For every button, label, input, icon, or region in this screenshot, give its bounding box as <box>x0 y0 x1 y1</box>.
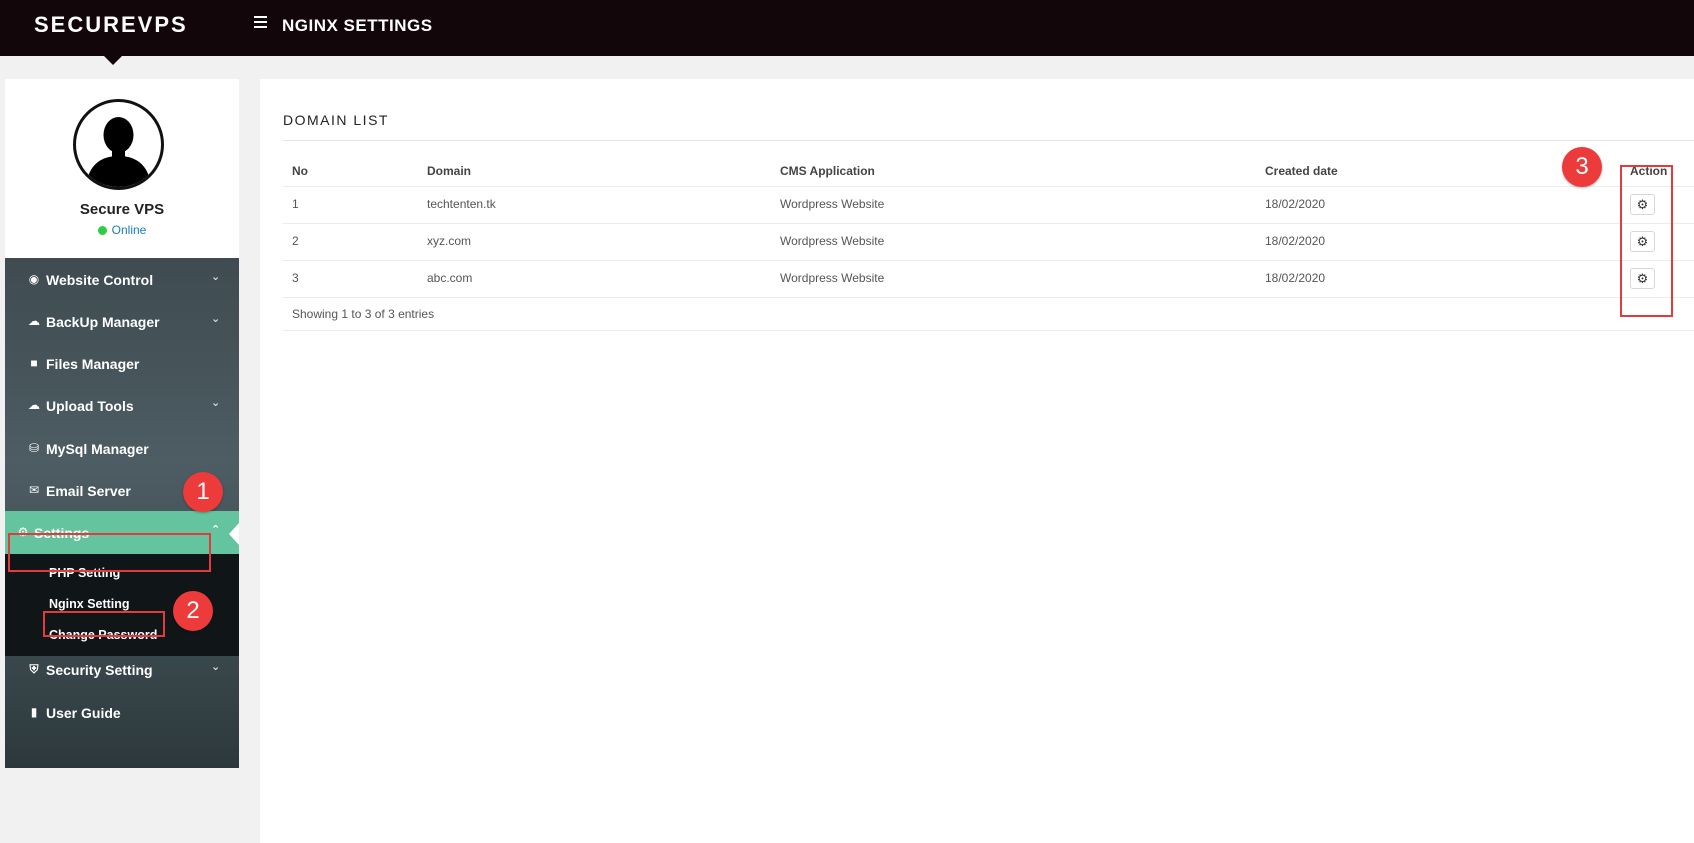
cell-domain: techtenten.tk <box>427 197 496 211</box>
column-header-created-date[interactable]: Created date <box>1265 164 1338 178</box>
column-header-cms[interactable]: CMS Application <box>780 164 875 178</box>
chevron-down-icon: ⌄ <box>211 271 221 283</box>
main-panel: DOMAIN LIST No Domain CMS Application Cr… <box>260 79 1694 843</box>
annotation-badge-1: 1 <box>183 472 223 512</box>
cell-cms: Wordpress Website <box>780 197 885 211</box>
cell-domain: xyz.com <box>427 234 472 248</box>
sidebar-item-website-control[interactable]: ◉ Website Control ⌄ <box>5 258 239 303</box>
envelope-icon: ✉ <box>28 483 40 497</box>
folder-icon: ■ <box>30 356 38 370</box>
online-dot-icon <box>97 226 107 235</box>
user-status: Online <box>5 223 239 237</box>
row-divider <box>283 223 1694 224</box>
sidebar-item-label: User Guide <box>46 705 121 721</box>
user-name: Secure VPS <box>79 201 165 218</box>
cloud-icon: ☁ <box>28 314 40 328</box>
avatar[interactable] <box>73 99 164 190</box>
cell-no: 1 <box>292 197 299 211</box>
shield-icon: ⛨ <box>29 662 39 676</box>
row-divider <box>283 297 1694 298</box>
sidebar-menu: ◉ Website Control ⌄ ☁ BackUp Manager ⌄ ■… <box>5 258 239 768</box>
sidebar-item-label: Email Server <box>46 483 131 499</box>
cell-no: 3 <box>292 271 299 285</box>
chevron-down-icon: ⌄ <box>211 313 221 325</box>
hamburger-menu-icon[interactable] <box>254 16 267 28</box>
cell-domain: abc.com <box>427 271 473 285</box>
sidebar-item-label: Website Control <box>46 272 154 288</box>
sidebar: Secure VPS Online ◉ Website Control ⌄ ☁ … <box>5 79 239 768</box>
globe-icon: ◉ <box>28 272 40 286</box>
section-divider <box>283 140 1694 141</box>
table-info: Showing 1 to 3 of 3 entries <box>292 307 435 321</box>
annotation-box-settings <box>8 533 211 572</box>
cell-created: 18/02/2020 <box>1265 197 1326 211</box>
chevron-down-icon: ⌄ <box>211 397 221 409</box>
chevron-down-icon: ⌄ <box>211 661 221 673</box>
page-title: NGINX SETTINGS <box>282 16 433 35</box>
sidebar-item-user-guide[interactable]: ▮ User Guide <box>5 691 239 736</box>
annotation-badge-2: 2 <box>173 591 213 631</box>
sidebar-item-label: Files Manager <box>46 356 140 372</box>
cloud-upload-icon: ☁ <box>28 398 40 412</box>
sidebar-item-backup-manager[interactable]: ☁ BackUp Manager ⌄ <box>5 300 239 345</box>
sidebar-item-label: MySql Manager <box>46 441 149 457</box>
cell-cms: Wordpress Website <box>780 234 885 248</box>
sidebar-item-upload-tools[interactable]: ☁ Upload Tools ⌄ <box>5 384 239 429</box>
active-indicator <box>229 523 239 545</box>
column-header-domain[interactable]: Domain <box>427 164 471 178</box>
cell-created: 18/02/2020 <box>1265 234 1326 248</box>
sidebar-item-files-manager[interactable]: ■ Files Manager <box>5 342 239 387</box>
row-divider <box>283 186 1694 187</box>
row-divider <box>283 260 1694 261</box>
annotation-box-action <box>1620 165 1673 317</box>
database-icon: ⛁ <box>28 441 40 455</box>
brand-caret <box>104 56 122 65</box>
table-footer-divider <box>283 330 1694 331</box>
cell-no: 2 <box>292 234 299 248</box>
sidebar-item-security-setting[interactable]: ⛨ Security Setting ⌄ <box>5 648 239 693</box>
status-text: Online <box>111 223 147 237</box>
cell-cms: Wordpress Website <box>780 271 885 285</box>
book-icon: ▮ <box>30 705 38 719</box>
sidebar-item-mysql-manager[interactable]: ⛁ MySql Manager <box>5 427 239 472</box>
annotation-box-nginx <box>43 611 165 637</box>
column-header-no[interactable]: No <box>292 164 308 178</box>
chevron-up-icon: ⌃ <box>211 524 221 536</box>
cell-created: 18/02/2020 <box>1265 271 1326 285</box>
annotation-badge-3: 3 <box>1562 147 1602 187</box>
sidebar-item-label: Upload Tools <box>46 398 134 414</box>
section-title: DOMAIN LIST <box>283 112 389 128</box>
sidebar-item-label: BackUp Manager <box>46 314 160 330</box>
brand-logo[interactable]: SECUREVPS <box>34 12 188 38</box>
sidebar-item-label: Security Setting <box>46 662 153 678</box>
submenu-nginx-setting[interactable]: Nginx Setting <box>49 597 130 611</box>
user-profile: Secure VPS Online <box>5 79 239 258</box>
top-bar: SECUREVPS NGINX SETTINGS <box>0 0 1694 56</box>
